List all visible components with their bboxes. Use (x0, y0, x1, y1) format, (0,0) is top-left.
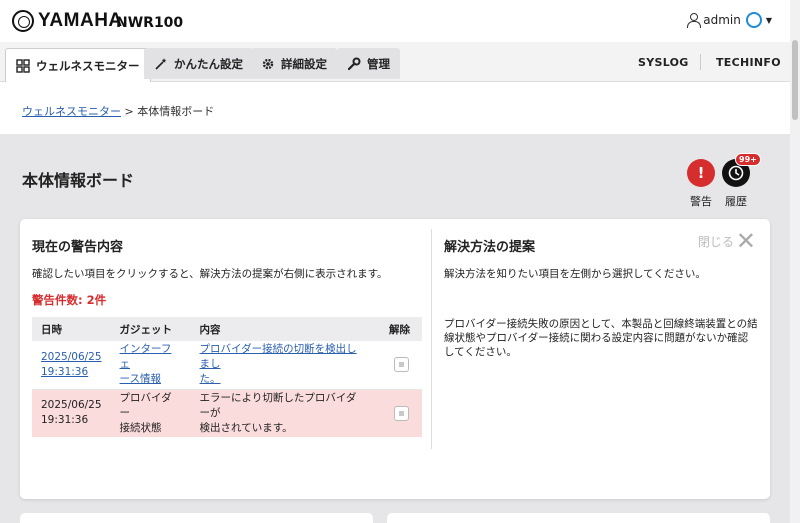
content-link[interactable]: た。 (200, 373, 221, 385)
history-label: 履歴 (725, 195, 747, 208)
tab-management[interactable]: 管理 (337, 48, 400, 79)
cell-dismiss (372, 341, 422, 390)
time-link[interactable]: 19:31:36 (41, 366, 88, 378)
gadget-link[interactable]: ース情報 (120, 373, 161, 385)
dashboard-icon (16, 58, 30, 73)
close-icon: ✕ (735, 227, 756, 255)
scrollbar-thumb[interactable] (792, 40, 798, 120)
content-text: 検出されています。 (199, 421, 293, 434)
tab-easy-setup[interactable]: かんたん設定 (144, 48, 253, 79)
cell-gadget[interactable]: インターフェ ース情報 (110, 341, 191, 390)
gadget-link[interactable]: インターフェ (120, 343, 172, 370)
user-menu[interactable]: admin ▼ (686, 12, 772, 28)
breadcrumb-link-wellness[interactable]: ウェルネスモニター (22, 105, 121, 118)
solution-detail-line: プロバイダー接続失敗の原因として、本製品と回線終端装置との結 (444, 318, 758, 330)
clock-history-icon (728, 165, 744, 181)
column-header-datetime: 日時 (32, 317, 111, 341)
tab-label: かんたん設定 (174, 56, 243, 71)
cell-gadget: プロバイダー 接続状態 (110, 389, 191, 437)
alert-count: 警告件数: 2件 (32, 293, 107, 307)
column-header-gadget: ガジェット (110, 317, 191, 341)
divider (700, 54, 701, 70)
tab-label: 詳細設定 (281, 56, 327, 71)
content-text: エラーにより切断したプロバイダーが (199, 391, 357, 419)
board-card: 現在の警告内容 確認したい項目をクリックすると、解決方法の提案が右側に表示されま… (20, 219, 770, 499)
cell-dismiss (372, 389, 422, 437)
time-text: 19:31:36 (41, 414, 89, 427)
solution-detail: プロバイダー接続失敗の原因として、本製品と回線終端装置との結 線状態やプロバイダ… (444, 317, 764, 359)
cell-content: エラーにより切断したプロバイダーが 検出されています。 (190, 389, 372, 437)
syslog-link[interactable]: SYSLOG (638, 56, 689, 69)
chevron-down-icon: ▼ (765, 15, 772, 25)
tab-label: ウェルネスモニター (36, 58, 140, 73)
solution-panel-title: 解決方法の提案 (444, 240, 536, 255)
gear-icon (261, 57, 275, 71)
model-name: NWR100 (116, 15, 184, 31)
techinfo-link[interactable]: TECHINFO (716, 56, 781, 69)
cell-datetime: 2025/06/25 19:31:36 (32, 389, 111, 437)
breadcrumb-bar: ウェルネスモニター > 本体情報ボード (0, 82, 790, 134)
yamaha-emblem-icon (12, 10, 34, 32)
table-header-row: 日時 ガジェット 内容 解除 (32, 317, 422, 341)
solution-detail-line: してください。 (444, 346, 517, 358)
page-title: 本体情報ボード (22, 171, 135, 190)
alert-button[interactable]: ! (687, 159, 715, 187)
column-header-dismiss: 解除 (372, 317, 422, 341)
panel-divider (431, 229, 432, 449)
page-scrollbar[interactable] (790, 0, 800, 523)
breadcrumb-separator: > (121, 105, 138, 118)
date-text: 2025/06/25 (41, 399, 102, 412)
table-row[interactable]: 2025/06/25 19:31:36 プロバイダー 接続状態 エラーにより切断… (32, 389, 422, 437)
table-row[interactable]: 2025/06/25 19:31:36 インターフェ ース情報 プロバイダー接続… (32, 341, 422, 390)
column-header-content: 内容 (190, 317, 372, 341)
yamaha-logo: YAMAHA (12, 10, 123, 32)
status-ring-icon (745, 12, 762, 28)
dismiss-checkbox[interactable] (394, 405, 409, 421)
magic-wand-icon (154, 57, 168, 71)
main-tab-bar: ウェルネスモニター かんたん設定 詳細設定 管理 SYSLOG TECHINFO (0, 42, 790, 82)
dismiss-checkbox[interactable] (394, 357, 409, 373)
solution-hint: 解決方法を知りたい項目を左側から選択してください。 (444, 268, 706, 280)
tab-advanced-settings[interactable]: 詳細設定 (251, 48, 337, 79)
cell-content[interactable]: プロバイダー接続の切断を検出しまし た。 (190, 341, 372, 390)
alerts-table: 日時 ガジェット 内容 解除 2025/06/25 19:31:36 インターフ… (32, 317, 422, 437)
alerts-panel-title: 現在の警告内容 (32, 240, 124, 255)
history-count-badge: 99+ (735, 153, 761, 166)
lower-card-right (387, 513, 770, 523)
content-link[interactable]: プロバイダー接続の切断を検出しまし (200, 343, 357, 370)
solution-detail-line: 線状態やプロバイダー接続に関わる設定内容に問題がないか確認 (444, 332, 749, 344)
tab-wellness-monitor[interactable]: ウェルネスモニター (5, 48, 151, 82)
close-button[interactable]: 閉じる ✕ (697, 227, 756, 255)
lower-card-left (20, 513, 373, 523)
alert-icon: ! (697, 164, 705, 182)
cell-datetime[interactable]: 2025/06/25 19:31:36 (32, 341, 111, 390)
alert-label: 警告 (690, 195, 712, 208)
user-name: admin (703, 13, 741, 27)
breadcrumb: ウェルネスモニター > 本体情報ボード (22, 103, 214, 119)
gadget-text: 接続状態 (119, 421, 162, 434)
breadcrumb-current: 本体情報ボード (137, 105, 215, 118)
date-link[interactable]: 2025/06/25 (41, 351, 102, 363)
wrench-icon (347, 57, 361, 71)
user-icon (686, 13, 702, 28)
close-label: 閉じる (697, 234, 734, 249)
gadget-text: プロバイダー (119, 391, 172, 419)
brand-name: YAMAHA (38, 10, 123, 31)
tab-label: 管理 (367, 56, 390, 71)
alerts-instruction: 確認したい項目をクリックすると、解決方法の提案が右側に表示されます。 (32, 268, 388, 280)
top-header: YAMAHA NWR100 admin ▼ (0, 0, 790, 42)
